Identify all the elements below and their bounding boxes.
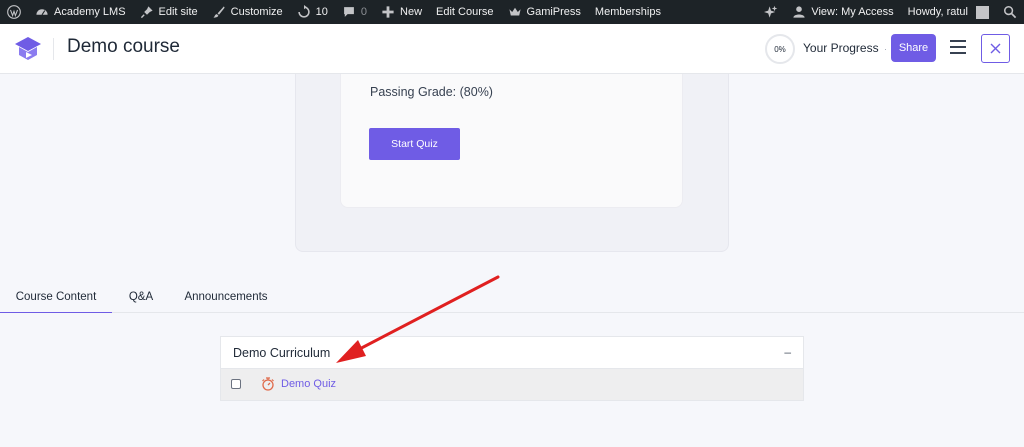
view-access-label: View: My Access [811, 6, 894, 18]
crown-icon [508, 7, 521, 16]
list-item[interactable]: Demo Quiz [220, 369, 804, 401]
course-title: Demo course [67, 36, 180, 57]
sparkle-icon [764, 5, 778, 18]
course-header: Demo course 0% Your Progress · Share [0, 24, 1024, 74]
updates-icon [297, 5, 310, 18]
comments-link[interactable]: 0 [335, 0, 374, 24]
site-name-label: Academy LMS [54, 6, 126, 18]
edit-course-label: Edit Course [436, 6, 494, 18]
customize-link[interactable]: Customize [205, 0, 290, 24]
gamipress-label: GamiPress [526, 6, 581, 18]
quiz-link[interactable]: Demo Quiz [281, 378, 336, 390]
gamipress-link[interactable]: GamiPress [501, 0, 588, 24]
dashboard-gauge-icon [36, 9, 48, 16]
quiz-icon [262, 377, 274, 391]
pin-icon [140, 6, 153, 19]
ai-sparkle-button[interactable] [757, 0, 785, 24]
view-access-link[interactable]: View: My Access [785, 0, 900, 24]
tab-course-content[interactable]: Course Content [0, 281, 112, 313]
progress-ring: 0% [765, 34, 795, 64]
curriculum-header[interactable]: Demo Curriculum – [220, 336, 804, 369]
passing-grade: Passing Grade: (80%) [370, 85, 493, 99]
close-icon [990, 43, 1001, 54]
search-icon [1003, 5, 1017, 19]
tab-qa[interactable]: Q&A [118, 281, 164, 313]
course-tabs: Course Content Q&A Announcements [0, 281, 1024, 313]
howdy-label: Howdy, ratul [907, 6, 968, 18]
user-icon [793, 6, 805, 18]
paintbrush-icon [213, 6, 225, 18]
progress-percent: 0% [774, 44, 786, 54]
lesson-complete-checkbox[interactable] [231, 379, 241, 389]
curriculum-title: Demo Curriculum [233, 346, 331, 360]
edit-site-label: Edit site [158, 6, 198, 18]
admin-search-button[interactable] [996, 0, 1024, 24]
header-divider [53, 38, 54, 60]
edit-course-link[interactable]: Edit Course [429, 0, 500, 24]
new-content-link[interactable]: New [374, 0, 429, 24]
progress-label-text: Your Progress [803, 41, 879, 55]
wordpress-icon [7, 5, 21, 19]
hamburger-menu-icon[interactable] [950, 40, 966, 54]
comments-count: 0 [360, 6, 368, 18]
updates-count: 10 [315, 6, 328, 18]
memberships-link[interactable]: Memberships [588, 0, 668, 24]
collapse-icon[interactable]: – [784, 345, 791, 359]
avatar [976, 5, 989, 19]
wordpress-logo-button[interactable] [0, 0, 28, 24]
customize-label: Customize [230, 6, 283, 18]
progress-chevron-icon: · [883, 44, 887, 54]
site-name-link[interactable]: Academy LMS [28, 0, 133, 24]
share-button[interactable]: Share [891, 34, 936, 62]
plus-icon [382, 6, 394, 18]
annotation-arrow [336, 275, 500, 363]
close-course-button[interactable] [981, 34, 1010, 63]
account-menu[interactable]: Howdy, ratul [901, 0, 996, 24]
memberships-label: Memberships [594, 6, 661, 18]
tab-announcements[interactable]: Announcements [176, 281, 276, 313]
progress-label[interactable]: Your Progress · [803, 41, 887, 55]
academy-logo-icon[interactable] [13, 35, 43, 63]
new-label: New [400, 6, 423, 18]
updates-link[interactable]: 10 [290, 0, 335, 24]
edit-site-link[interactable]: Edit site [133, 0, 205, 24]
comment-bubble-icon [343, 7, 354, 17]
start-quiz-button[interactable]: Start Quiz [369, 128, 460, 160]
admin-bar: Academy LMS Edit site Customize 10 0 New… [0, 0, 1024, 24]
